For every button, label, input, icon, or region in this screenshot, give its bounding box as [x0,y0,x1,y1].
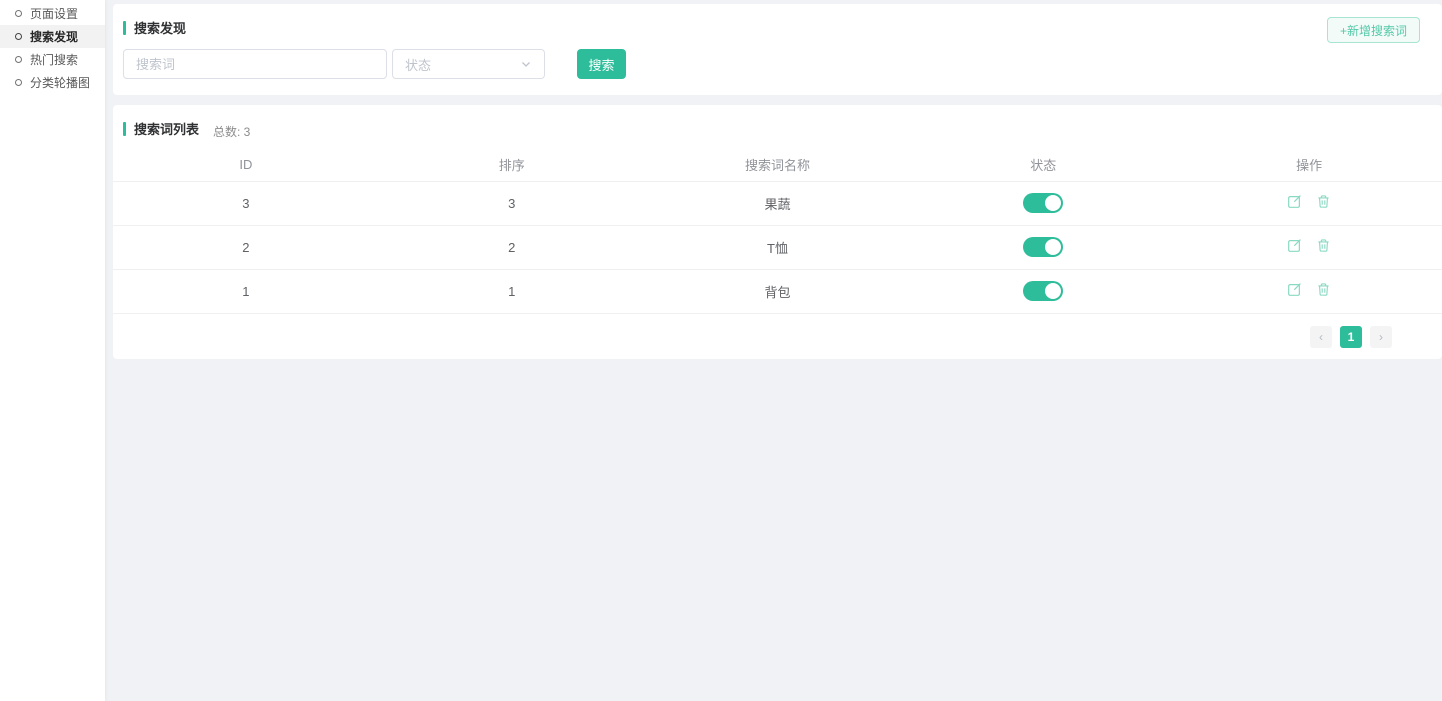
cell-id: 1 [113,284,379,299]
cell-sort: 3 [379,196,645,211]
search-word-list-card: 搜索词列表 总数: 3 ID 排序 搜索词名称 状态 操作 3 3 果蔬 [113,105,1442,359]
cell-sort: 1 [379,284,645,299]
sidebar: 页面设置 搜索发现 热门搜索 分类轮播图 [0,0,105,701]
sidebar-item-label: 热门搜索 [30,51,78,68]
radio-circle-icon [15,33,22,40]
radio-circle-icon [15,56,22,63]
cell-id: 3 [113,196,379,211]
filter-card-title: 搜索发现 [123,18,1432,37]
cell-name: 背包 [645,282,911,301]
search-word-table: ID 排序 搜索词名称 状态 操作 3 3 果蔬 [113,148,1442,314]
column-header-name: 搜索词名称 [645,155,911,174]
sidebar-item-hot-search[interactable]: 热门搜索 [0,48,105,71]
status-toggle[interactable] [1023,281,1063,301]
sidebar-item-label: 页面设置 [30,5,78,22]
list-card-title: 搜索词列表 [123,119,199,138]
column-header-sort: 排序 [379,155,645,174]
table-row: 3 3 果蔬 [113,182,1442,226]
table-row: 1 1 背包 [113,270,1442,314]
table-row: 2 2 T恤 [113,226,1442,270]
delete-icon[interactable] [1316,238,1331,253]
edit-icon[interactable] [1287,282,1302,297]
keyword-input[interactable] [123,49,387,79]
pagination-next-button[interactable]: › [1370,326,1392,348]
search-filter-card: 搜索发现 +新增搜索词 状态 搜索 [113,4,1442,95]
sidebar-nav: 页面设置 搜索发现 热门搜索 分类轮播图 [0,0,105,94]
filter-form: 状态 搜索 [123,49,1432,79]
cell-name: 果蔬 [645,194,911,213]
search-button[interactable]: 搜索 [577,49,626,79]
section-marker [123,21,126,35]
section-marker [123,122,126,136]
main-content: 搜索发现 +新增搜索词 状态 搜索 搜索词列表 总数: 3 ID [105,0,1442,701]
list-title: 搜索词列表 [134,119,199,138]
edit-icon[interactable] [1287,194,1302,209]
column-header-actions: 操作 [1176,155,1442,174]
cell-name: T恤 [645,238,911,257]
status-toggle[interactable] [1023,237,1063,257]
pagination-page-1[interactable]: 1 [1340,326,1362,348]
edit-icon[interactable] [1287,238,1302,253]
chevron-down-icon [520,58,532,70]
radio-circle-icon [15,10,22,17]
delete-icon[interactable] [1316,282,1331,297]
total-count-label: 总数: 3 [213,123,250,140]
sidebar-item-category-carousel[interactable]: 分类轮播图 [0,71,105,94]
cell-id: 2 [113,240,379,255]
table-header-row: ID 排序 搜索词名称 状态 操作 [113,148,1442,182]
status-toggle[interactable] [1023,193,1063,213]
list-card-header: 搜索词列表 总数: 3 [113,119,1442,140]
status-select[interactable]: 状态 [392,49,545,79]
sidebar-item-search-discovery[interactable]: 搜索发现 [0,25,105,48]
column-header-status: 状态 [910,155,1176,174]
cell-sort: 2 [379,240,645,255]
delete-icon[interactable] [1316,194,1331,209]
sidebar-item-page-settings[interactable]: 页面设置 [0,2,105,25]
sidebar-item-label: 搜索发现 [30,28,78,45]
column-header-id: ID [113,157,379,172]
page-title: 搜索发现 [134,18,186,37]
sidebar-item-label: 分类轮播图 [30,74,90,91]
pagination-prev-button[interactable]: ‹ [1310,326,1332,348]
add-search-word-button[interactable]: +新增搜索词 [1327,17,1420,43]
radio-circle-icon [15,79,22,86]
status-select-placeholder: 状态 [405,55,431,74]
pagination: ‹ 1 › [113,314,1442,359]
